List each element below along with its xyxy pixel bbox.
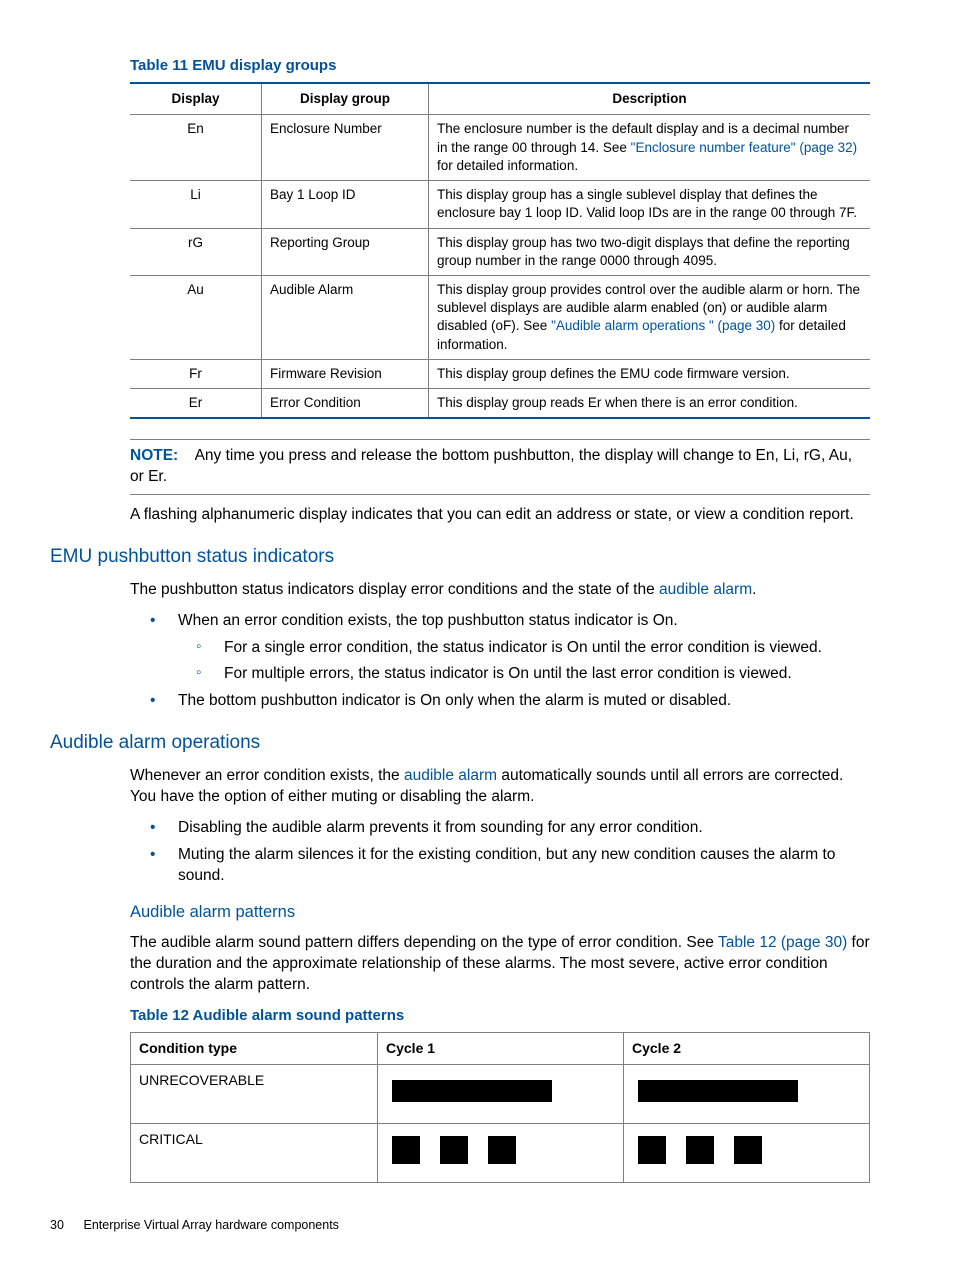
sub-list: For a single error condition, the status… [196, 638, 870, 686]
cell: The enclosure number is the default disp… [429, 115, 871, 181]
th-cycle1: Cycle 1 [378, 1032, 624, 1064]
alarm-pulse-icon [440, 1136, 468, 1164]
table-row: rG Reporting Group This display group ha… [130, 228, 870, 275]
list-item: Disabling the audible alarm prevents it … [150, 818, 870, 839]
cell: This display group defines the EMU code … [429, 359, 871, 388]
cell-cycle1 [378, 1064, 624, 1123]
cell: Au [130, 276, 262, 360]
alarm-pulse-icon [638, 1136, 666, 1164]
cell: En [130, 115, 262, 181]
paragraph: The pushbutton status indicators display… [130, 580, 870, 601]
text: . [752, 581, 756, 598]
list-item: Muting the alarm silences it for the exi… [150, 845, 870, 887]
table-row: CRITICAL [131, 1123, 870, 1182]
cell: Error Condition [262, 389, 429, 419]
cell-cycle1 [378, 1123, 624, 1182]
paragraph: Whenever an error condition exists, the … [130, 766, 870, 808]
cell: Er [130, 389, 262, 419]
list-item: For a single error condition, the status… [196, 638, 870, 659]
cell: rG [130, 228, 262, 275]
cell: Audible Alarm [262, 276, 429, 360]
cell: Li [130, 181, 262, 228]
list-item: The bottom pushbutton indicator is On on… [150, 691, 870, 712]
list-item: When an error condition exists, the top … [150, 611, 870, 686]
th-desc: Description [429, 83, 871, 115]
cell: This display group has a single sublevel… [429, 181, 871, 228]
th-group: Display group [262, 83, 429, 115]
table12-caption: Table 12 Audible alarm sound patterns [130, 1006, 870, 1026]
link-audible-alarm[interactable]: audible alarm [404, 767, 497, 784]
cell: This display group provides control over… [429, 276, 871, 360]
table-row: En Enclosure Number The enclosure number… [130, 115, 870, 181]
text: Whenever an error condition exists, the [130, 767, 404, 784]
text: The audible alarm sound pattern differs … [130, 934, 718, 951]
cell: Firmware Revision [262, 359, 429, 388]
link-audible-alarm[interactable]: audible alarm [659, 581, 752, 598]
heading-audible-alarm-patterns: Audible alarm patterns [130, 901, 870, 923]
table-row: Er Error Condition This display group re… [130, 389, 870, 419]
heading-emu-pushbutton: EMU pushbutton status indicators [50, 544, 870, 570]
table12: Condition type Cycle 1 Cycle 2 UNRECOVER… [130, 1032, 870, 1183]
link-audible-operations[interactable]: "Audible alarm operations " (page 30) [551, 318, 775, 333]
th-cycle2: Cycle 2 [624, 1032, 870, 1064]
cell-cycle2 [624, 1123, 870, 1182]
text: When an error condition exists, the top … [178, 612, 678, 629]
cell-condition: UNRECOVERABLE [131, 1064, 378, 1123]
table11-caption: Table 11 EMU display groups [130, 56, 870, 76]
text: The pushbutton status indicators display… [130, 581, 659, 598]
alarm-pulse-icon [392, 1136, 420, 1164]
note-text: Any time you press and release the botto… [130, 447, 852, 485]
alarm-pulse-icon [488, 1136, 516, 1164]
note-label: NOTE: [130, 447, 178, 464]
cell: This display group reads Er when there i… [429, 389, 871, 419]
table-row: UNRECOVERABLE [131, 1064, 870, 1123]
cell: Enclosure Number [262, 115, 429, 181]
paragraph: The audible alarm sound pattern differs … [130, 933, 870, 996]
th-display: Display [130, 83, 262, 115]
link-enclosure-feature[interactable]: "Enclosure number feature" (page 32) [631, 140, 857, 155]
th-condition: Condition type [131, 1032, 378, 1064]
bullet-list: Disabling the audible alarm prevents it … [150, 818, 870, 887]
cell: Bay 1 Loop ID [262, 181, 429, 228]
cell-condition: CRITICAL [131, 1123, 378, 1182]
text: for detailed information. [437, 158, 578, 173]
table-row: Au Audible Alarm This display group prov… [130, 276, 870, 360]
footer-title: Enterprise Virtual Array hardware compon… [83, 1218, 338, 1232]
alarm-pulse-icon [686, 1136, 714, 1164]
cell: Fr [130, 359, 262, 388]
page-number: 30 [50, 1217, 80, 1234]
list-item: For multiple errors, the status indicato… [196, 664, 870, 685]
cell: Reporting Group [262, 228, 429, 275]
cell: This display group has two two-digit dis… [429, 228, 871, 275]
heading-audible-alarm-ops: Audible alarm operations [50, 730, 870, 756]
alarm-bar-solid-icon [392, 1080, 552, 1102]
table-row: Fr Firmware Revision This display group … [130, 359, 870, 388]
table11: Display Display group Description En Enc… [130, 82, 870, 419]
link-table12[interactable]: Table 12 (page 30) [718, 934, 847, 951]
cell-cycle2 [624, 1064, 870, 1123]
note-block: NOTE: Any time you press and release the… [130, 439, 870, 495]
page-footer: 30 Enterprise Virtual Array hardware com… [50, 1217, 870, 1234]
table-row: Li Bay 1 Loop ID This display group has … [130, 181, 870, 228]
paragraph: A flashing alphanumeric display indicate… [130, 505, 870, 526]
alarm-pulse-icon [734, 1136, 762, 1164]
bullet-list: When an error condition exists, the top … [150, 611, 870, 713]
alarm-bar-solid-icon [638, 1080, 798, 1102]
